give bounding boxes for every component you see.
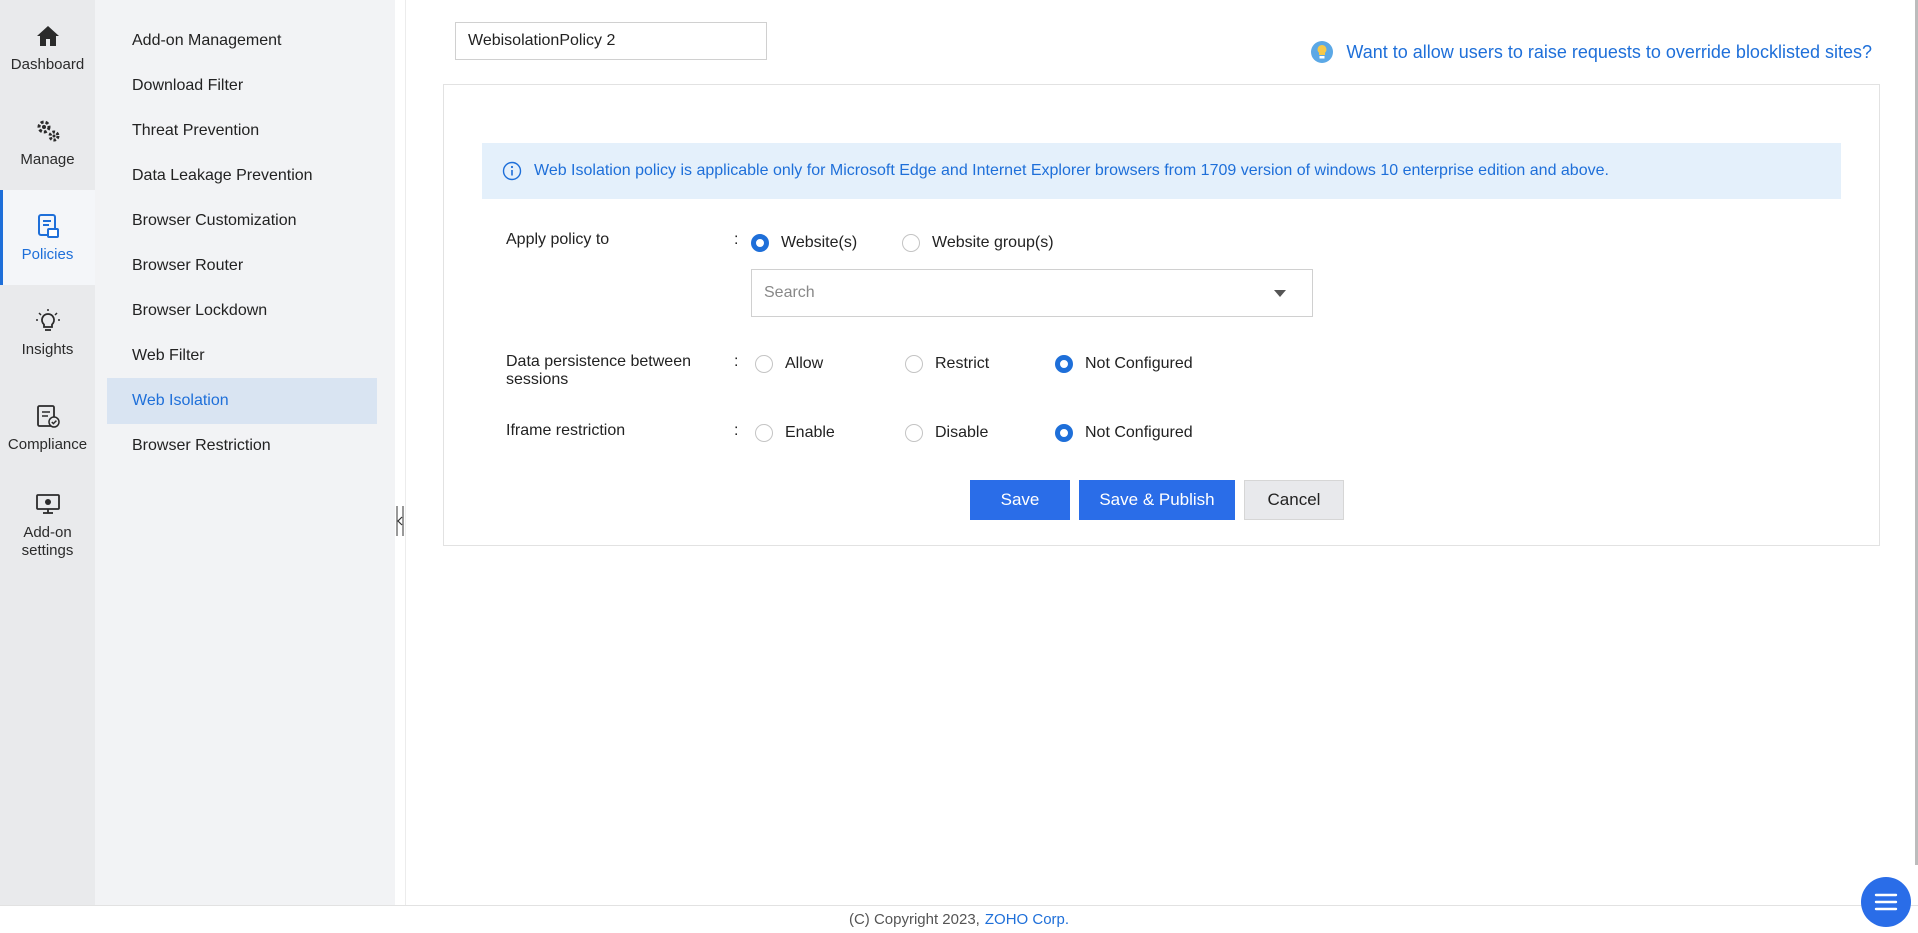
- radio-label: Website(s): [781, 234, 858, 251]
- search-placeholder: Search: [764, 284, 815, 301]
- info-banner: Web Isolation policy is applicable only …: [482, 143, 1841, 199]
- override-request-link-text: Want to allow users to raise requests to…: [1346, 41, 1872, 62]
- radio-unchecked-icon: [902, 234, 920, 252]
- copyright-text: (C) Copyright 2023,: [848, 911, 980, 928]
- policies-subnav: Add-on Management Download Filter Threat…: [95, 0, 395, 905]
- collapse-icon: [396, 506, 404, 536]
- rail-label: Dashboard: [10, 55, 85, 73]
- rail-item-dashboard[interactable]: Dashboard: [0, 0, 95, 95]
- subnav-item-browser-restriction[interactable]: Browser Restriction: [107, 423, 377, 469]
- cancel-button[interactable]: Cancel: [1244, 480, 1344, 520]
- radio-unchecked-icon: [905, 355, 923, 373]
- radio-persistence-allow[interactable]: Allow: [755, 355, 823, 373]
- apply-policy-colon: :: [734, 231, 739, 248]
- company-link[interactable]: ZOHO Corp.: [985, 911, 1069, 928]
- radio-label: Website group(s): [932, 234, 1054, 251]
- radio-unchecked-icon: [755, 424, 773, 442]
- rail-label: Insights: [21, 340, 74, 358]
- radio-label: Enable: [785, 424, 835, 441]
- rail-item-insights[interactable]: Insights: [0, 285, 95, 380]
- subnav-item-browser-lockdown[interactable]: Browser Lockdown: [107, 288, 377, 334]
- monitor-settings-icon: [34, 490, 62, 518]
- checklist-icon: [34, 402, 62, 430]
- subnav-item-web-isolation[interactable]: Web Isolation: [107, 378, 377, 424]
- rail-item-compliance[interactable]: Compliance: [0, 380, 95, 475]
- collapse-panel-handle[interactable]: [396, 506, 404, 536]
- radio-checked-icon: [751, 234, 769, 252]
- rail-label: Manage: [20, 150, 75, 168]
- iframe-restriction-label: Iframe restriction: [506, 422, 626, 439]
- iframe-restriction-colon: :: [734, 422, 739, 439]
- policy-name-input[interactable]: WebisolationPolicy 2: [455, 22, 767, 60]
- save-button[interactable]: Save: [970, 480, 1070, 520]
- radio-website-groups[interactable]: Website group(s): [902, 234, 1054, 252]
- home-icon: [34, 22, 62, 50]
- rail-label: Compliance: [7, 435, 88, 453]
- rail-item-addon-settings[interactable]: Add-on settings: [0, 475, 95, 575]
- radio-label: Restrict: [935, 355, 990, 372]
- subnav-item-browser-router[interactable]: Browser Router: [107, 243, 377, 289]
- rail-item-manage[interactable]: Manage: [0, 95, 95, 190]
- subnav-item-web-filter[interactable]: Web Filter: [107, 333, 377, 379]
- radio-persistence-restrict[interactable]: Restrict: [905, 355, 989, 373]
- gears-icon: [34, 117, 62, 145]
- info-banner-text: Web Isolation policy is applicable only …: [534, 162, 1609, 179]
- radio-checked-icon: [1055, 355, 1073, 373]
- radio-label: Disable: [935, 424, 989, 441]
- data-persistence-colon: :: [734, 353, 739, 370]
- subnav-item-data-leakage-prevention[interactable]: Data Leakage Prevention: [107, 153, 377, 199]
- policy-icon: [34, 212, 62, 240]
- bulb-icon: [34, 307, 62, 335]
- divider: [405, 0, 406, 905]
- policy-card: Web Isolation policy is applicable only …: [443, 84, 1880, 546]
- rail-label: Add-on settings: [21, 524, 74, 559]
- rail-item-policies[interactable]: Policies: [0, 190, 95, 285]
- radio-label: Allow: [785, 355, 824, 372]
- radio-checked-icon: [1055, 424, 1073, 442]
- icon-rail: Dashboard Manage Policies Insights Compl…: [0, 0, 96, 905]
- radio-iframe-disable[interactable]: Disable: [905, 424, 988, 442]
- rail-label: Policies: [21, 245, 74, 263]
- subnav-item-threat-prevention[interactable]: Threat Prevention: [107, 108, 377, 154]
- radio-websites[interactable]: Website(s): [751, 234, 857, 252]
- subnav-item-browser-customization[interactable]: Browser Customization: [107, 198, 377, 244]
- lightbulb-icon: [1310, 40, 1334, 64]
- override-request-link[interactable]: Want to allow users to raise requests to…: [1310, 40, 1872, 64]
- radio-iframe-not-configured[interactable]: Not Configured: [1055, 424, 1193, 442]
- subnav-item-download-filter[interactable]: Download Filter: [107, 63, 377, 109]
- menu-fab-button[interactable]: [1861, 877, 1911, 927]
- save-publish-button[interactable]: Save & Publish: [1079, 480, 1235, 520]
- subnav-item-addon-management[interactable]: Add-on Management: [107, 18, 377, 64]
- info-icon: [502, 161, 522, 181]
- chevron-down-icon: [1274, 290, 1286, 297]
- data-persistence-label-line1: Data persistence between: [506, 353, 691, 370]
- radio-unchecked-icon: [905, 424, 923, 442]
- radio-unchecked-icon: [755, 355, 773, 373]
- radio-label: Not Configured: [1085, 355, 1193, 372]
- data-persistence-label: Data persistence between sessions: [506, 353, 706, 389]
- apply-policy-label: Apply policy to: [506, 231, 610, 248]
- radio-persistence-not-configured[interactable]: Not Configured: [1055, 355, 1193, 373]
- radio-label: Not Configured: [1085, 424, 1193, 441]
- hamburger-icon: [1874, 893, 1898, 911]
- data-persistence-label-line2: sessions: [506, 371, 569, 388]
- website-search-dropdown[interactable]: Search: [751, 269, 1313, 317]
- footer: (C) Copyright 2023, ZOHO Corp.: [0, 905, 1918, 933]
- radio-iframe-enable[interactable]: Enable: [755, 424, 835, 442]
